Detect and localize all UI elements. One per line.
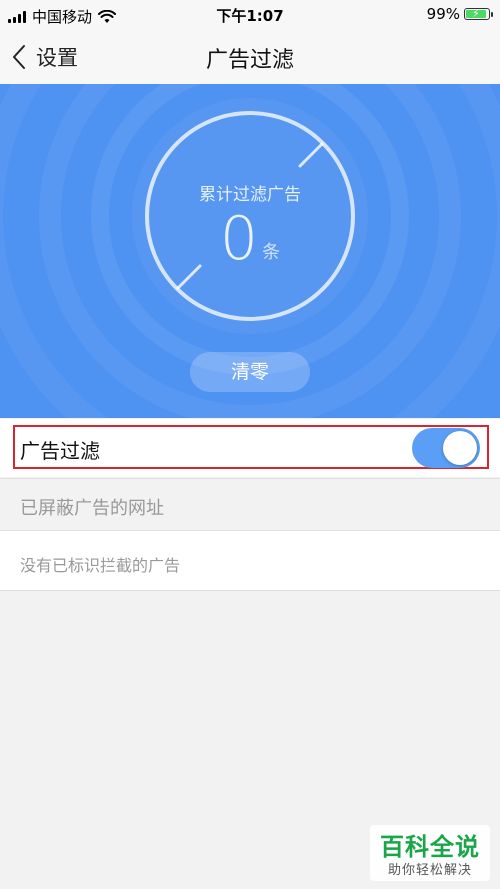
status-right: 99% ⚡ (426, 5, 493, 23)
counter-label: 累计过滤广告 (199, 185, 301, 205)
empty-state-text: 没有已标识拦截的广告 (20, 556, 181, 575)
page-title: 广告过滤 (205, 48, 294, 73)
charging-bolt-icon: ⚡ (472, 7, 480, 20)
clear-count-button[interactable]: 清零 (190, 352, 310, 392)
blocked-urls-header: 已屏蔽广告的网址 (0, 478, 500, 531)
blocked-urls-empty-state: 没有已标识拦截的广告 (0, 531, 500, 591)
status-time: 下午1:07 (216, 7, 284, 25)
ad-filter-row: 广告过滤 (0, 419, 500, 477)
counter-value-group: 0条 (0, 204, 500, 274)
status-bar: 中国移动 下午1:07 99% ⚡ (0, 0, 500, 30)
filter-stats-panel: 累计过滤广告 0条 清零 (0, 84, 500, 418)
count-unit: 条 (262, 242, 281, 263)
toggle-knob (443, 431, 477, 465)
nav-bar: 设置 广告过滤 (0, 30, 500, 84)
watermark-title: 百科全说 (380, 833, 480, 861)
watermark-subtitle: 助你轻松解决 (387, 863, 472, 878)
section-header-label: 已屏蔽广告的网址 (20, 498, 164, 519)
ad-filter-label: 广告过滤 (20, 439, 100, 463)
watermark-logo: 百科全说 助你轻松解决 (370, 825, 490, 881)
battery-percent: 99% (426, 5, 460, 23)
filtered-count: 0 (219, 204, 259, 274)
battery-icon: ⚡ (464, 7, 493, 20)
ad-filter-toggle[interactable] (412, 428, 480, 468)
